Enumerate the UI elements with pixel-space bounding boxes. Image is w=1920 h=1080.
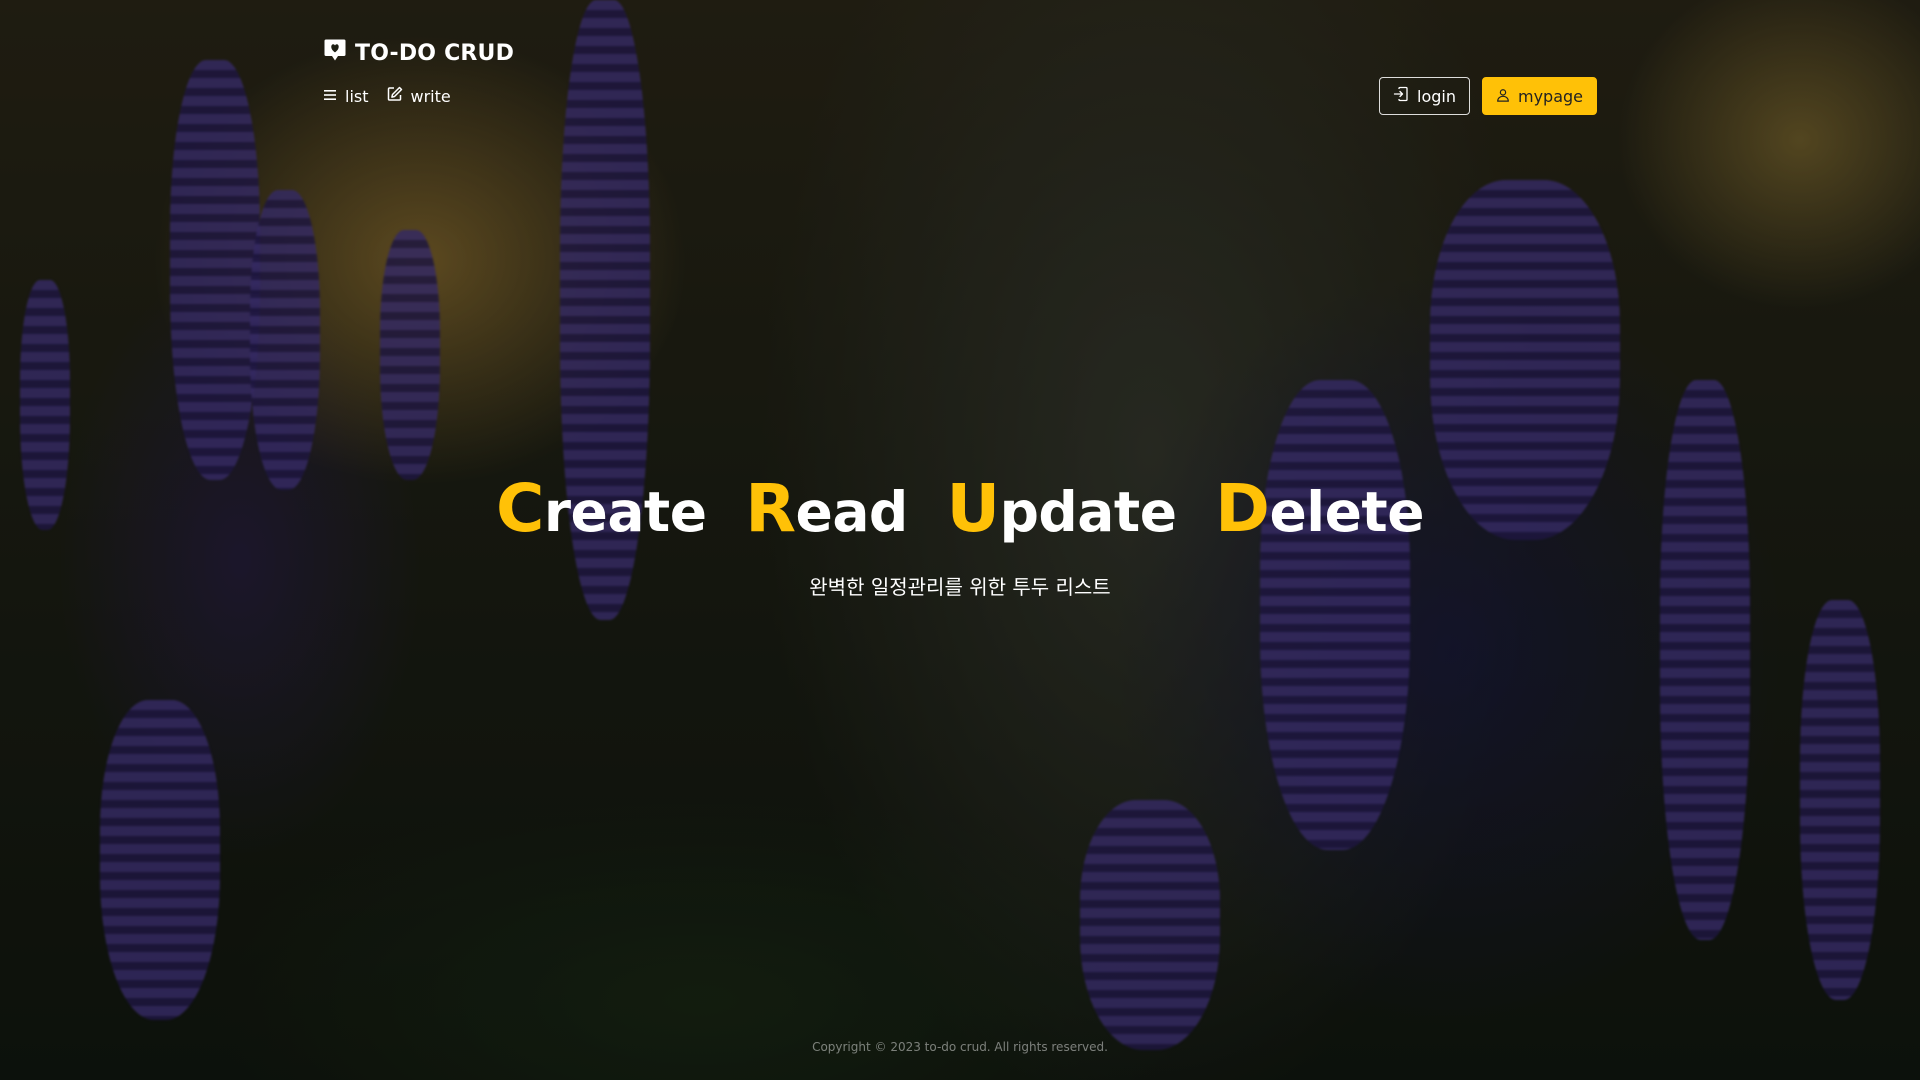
login-button[interactable]: login	[1379, 77, 1470, 115]
chat-heart-icon	[323, 38, 355, 68]
auth-buttons: login mypage	[1379, 77, 1597, 115]
footer-copyright: Copyright © 2023 to-do crud. All rights …	[812, 1040, 1108, 1054]
hero-word-create: Create	[496, 470, 707, 547]
hero-word-rest: reate	[543, 480, 707, 544]
hero-subtitle: 완벽한 일정관리를 위한 투두 리스트	[809, 575, 1111, 599]
pencil-square-icon	[387, 86, 411, 106]
hero-word-rest: ead	[795, 480, 909, 544]
nav-item-list[interactable]: list	[323, 87, 369, 106]
hero-word-delete: Delete	[1215, 470, 1425, 547]
nav-item-label: write	[410, 86, 451, 106]
hero-word-initial: D	[1215, 470, 1270, 547]
brand-name: TO-DO CRUD	[355, 40, 515, 66]
nav-item-write[interactable]: write	[387, 86, 451, 106]
mypage-label: mypage	[1517, 86, 1583, 106]
mypage-button[interactable]: mypage	[1481, 77, 1597, 115]
nav-item-label: list	[345, 86, 369, 106]
hero-title: Create Read Update Delete	[0, 470, 1920, 547]
hero-word-rest: elete	[1269, 480, 1425, 544]
main-nav: list write	[323, 86, 514, 106]
hero-word-rest: pdate	[999, 480, 1177, 544]
hero: Create Read Update Delete 완벽한 일정관리를 위한 투…	[0, 470, 1920, 600]
hero-word-update: Update	[946, 470, 1177, 547]
login-label: login	[1417, 86, 1456, 106]
hero-word-read: Read	[745, 470, 909, 547]
header: TO-DO CRUD list write	[323, 38, 514, 106]
brand-logo[interactable]: TO-DO CRUD	[323, 38, 514, 68]
box-arrow-in-right-icon	[1393, 86, 1417, 106]
person-icon	[1496, 87, 1518, 106]
hero-word-initial: R	[745, 470, 796, 547]
hero-word-initial: U	[946, 470, 1000, 547]
list-icon	[323, 87, 345, 106]
hero-word-initial: C	[495, 470, 544, 547]
